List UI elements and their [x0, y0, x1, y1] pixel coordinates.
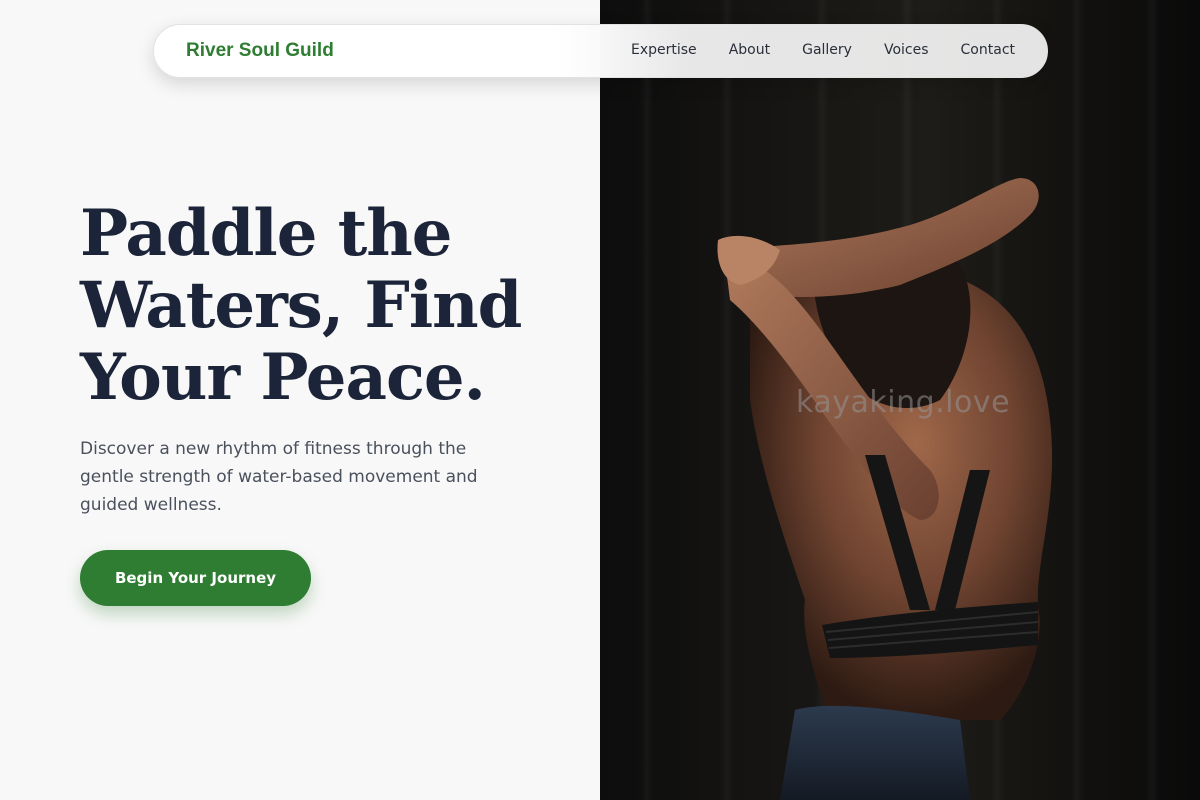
hero-headline: Paddle the Waters, Find Your Peace. — [80, 198, 560, 414]
shorts — [780, 705, 970, 800]
nav-link-gallery[interactable]: Gallery — [802, 42, 852, 58]
nav-link-voices[interactable]: Voices — [884, 42, 929, 58]
headline-line: Paddle the — [80, 196, 453, 271]
begin-journey-button[interactable]: Begin Your Journey — [80, 550, 311, 606]
headline-line: Your Peace. — [80, 340, 486, 415]
nav-links: Expertise About Gallery Voices Contact — [631, 42, 1015, 58]
hero-subtext: Discover a new rhythm of fitness through… — [80, 439, 478, 515]
brand-logo[interactable]: River Soul Guild — [186, 40, 334, 62]
nav-link-expertise[interactable]: Expertise — [631, 42, 697, 58]
hero-photo: kayaking.love — [600, 0, 1200, 800]
navbar: River Soul Guild Expertise About Gallery… — [153, 24, 1048, 78]
watermark: kayaking.love — [796, 385, 1011, 420]
nav-link-contact[interactable]: Contact — [961, 42, 1015, 58]
nav-link-about[interactable]: About — [729, 42, 770, 58]
headline-line: Waters, Find — [80, 268, 522, 343]
